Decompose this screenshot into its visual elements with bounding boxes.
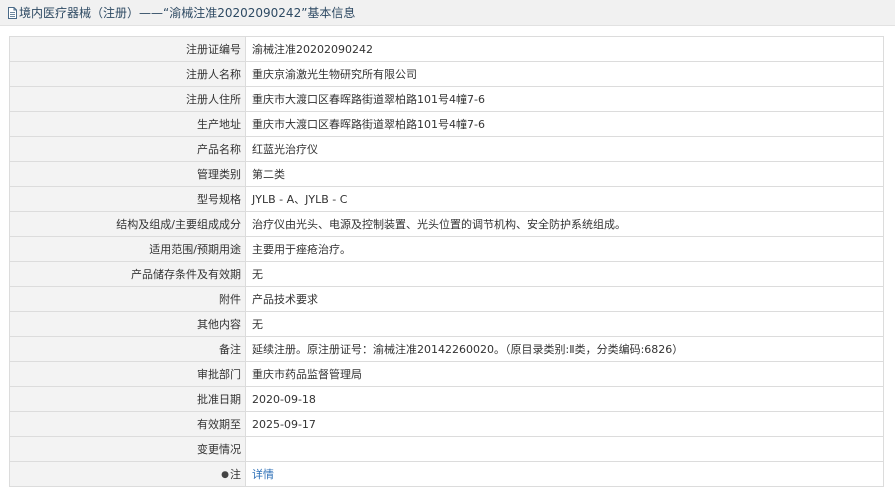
table-row: 生产地址 重庆市大渡口区春晖路街道翠柏路101号4幢7-6 <box>9 111 884 137</box>
field-label: 有效期至 <box>9 411 246 437</box>
field-value: 无 <box>245 261 884 287</box>
field-value: 重庆京渝激光生物研究所有限公司 <box>245 61 884 87</box>
table-row: 附件 产品技术要求 <box>9 286 884 312</box>
table-row-note: ●注 详情 <box>9 461 884 487</box>
table-row: 型号规格 JYLB - A、JYLB - C <box>9 186 884 212</box>
bullet-icon: ● <box>221 470 229 480</box>
field-value: 治疗仪由光头、电源及控制装置、光头位置的调节机构、安全防护系统组成。 <box>245 211 884 237</box>
field-value: 第二类 <box>245 161 884 187</box>
field-value: 主要用于痤疮治疗。 <box>245 236 884 262</box>
table-row: 管理类别 第二类 <box>9 161 884 187</box>
field-value: 2020-09-18 <box>245 386 884 412</box>
field-label: 适用范围/预期用途 <box>9 236 246 262</box>
page-title: 境内医疗器械（注册）——“渝械注准20202090242”基本信息 <box>19 6 356 20</box>
field-label: 批准日期 <box>9 386 246 412</box>
field-value: 重庆市大渡口区春晖路街道翠柏路101号4幢7-6 <box>245 86 884 112</box>
note-label-cell: ●注 <box>9 461 246 487</box>
field-value: 产品技术要求 <box>245 286 884 312</box>
field-label: 产品名称 <box>9 136 246 162</box>
details-link[interactable]: 详情 <box>252 468 274 481</box>
field-label: 管理类别 <box>9 161 246 187</box>
field-value: 重庆市药品监督管理局 <box>245 361 884 387</box>
field-value <box>245 436 884 462</box>
field-value: 延续注册。原注册证号：渝械注准20142260020。（原目录类别:Ⅱ类，分类编… <box>245 336 884 362</box>
field-label: 审批部门 <box>9 361 246 387</box>
field-value: 重庆市大渡口区春晖路街道翠柏路101号4幢7-6 <box>245 111 884 137</box>
table-row: 备注 延续注册。原注册证号：渝械注准20142260020。（原目录类别:Ⅱ类，分… <box>9 336 884 362</box>
field-label: 附件 <box>9 286 246 312</box>
table-row: 结构及组成/主要组成成分 治疗仪由光头、电源及控制装置、光头位置的调节机构、安全防… <box>9 211 884 237</box>
field-label: 变更情况 <box>9 436 246 462</box>
field-label: 备注 <box>9 336 246 362</box>
field-label: 型号规格 <box>9 186 246 212</box>
table-row: 审批部门 重庆市药品监督管理局 <box>9 361 884 387</box>
table-row: 有效期至 2025-09-17 <box>9 411 884 437</box>
field-label: 生产地址 <box>9 111 246 137</box>
page-header: 境内医疗器械（注册）——“渝械注准20202090242”基本信息 <box>0 0 895 26</box>
table-row: 批准日期 2020-09-18 <box>9 386 884 412</box>
field-label: 注册人名称 <box>9 61 246 87</box>
field-label: 结构及组成/主要组成成分 <box>9 211 246 237</box>
table-row: 其他内容无 <box>9 311 884 337</box>
document-icon <box>8 6 17 19</box>
table-row: 适用范围/预期用途 主要用于痤疮治疗。 <box>9 236 884 262</box>
field-value: 红蓝光治疗仪 <box>245 136 884 162</box>
table-row: 产品储存条件及有效期无 <box>9 261 884 287</box>
field-value: 渝械注准20202090242 <box>245 36 884 62</box>
field-label: 注册证编号 <box>9 36 246 62</box>
field-value: JYLB - A、JYLB - C <box>245 186 884 212</box>
note-value-cell: 详情 <box>245 461 884 487</box>
note-label: 注 <box>230 468 241 481</box>
table-row: 注册证编号 渝械注准20202090242 <box>9 36 884 62</box>
field-value: 2025-09-17 <box>245 411 884 437</box>
table-row: 变更情况 <box>9 436 884 462</box>
device-info-table: 注册证编号 渝械注准20202090242 注册人名称 重庆京渝激光生物研究所有限公司… <box>9 36 884 487</box>
field-value: 无 <box>245 311 884 337</box>
field-label: 注册人住所 <box>9 86 246 112</box>
field-label: 其他内容 <box>9 311 246 337</box>
table-row: 产品名称 红蓝光治疗仪 <box>9 136 884 162</box>
field-label: 产品储存条件及有效期 <box>9 261 246 287</box>
table-row: 注册人住所 重庆市大渡口区春晖路街道翠柏路101号4幢7-6 <box>9 86 884 112</box>
table-row: 注册人名称 重庆京渝激光生物研究所有限公司 <box>9 61 884 87</box>
